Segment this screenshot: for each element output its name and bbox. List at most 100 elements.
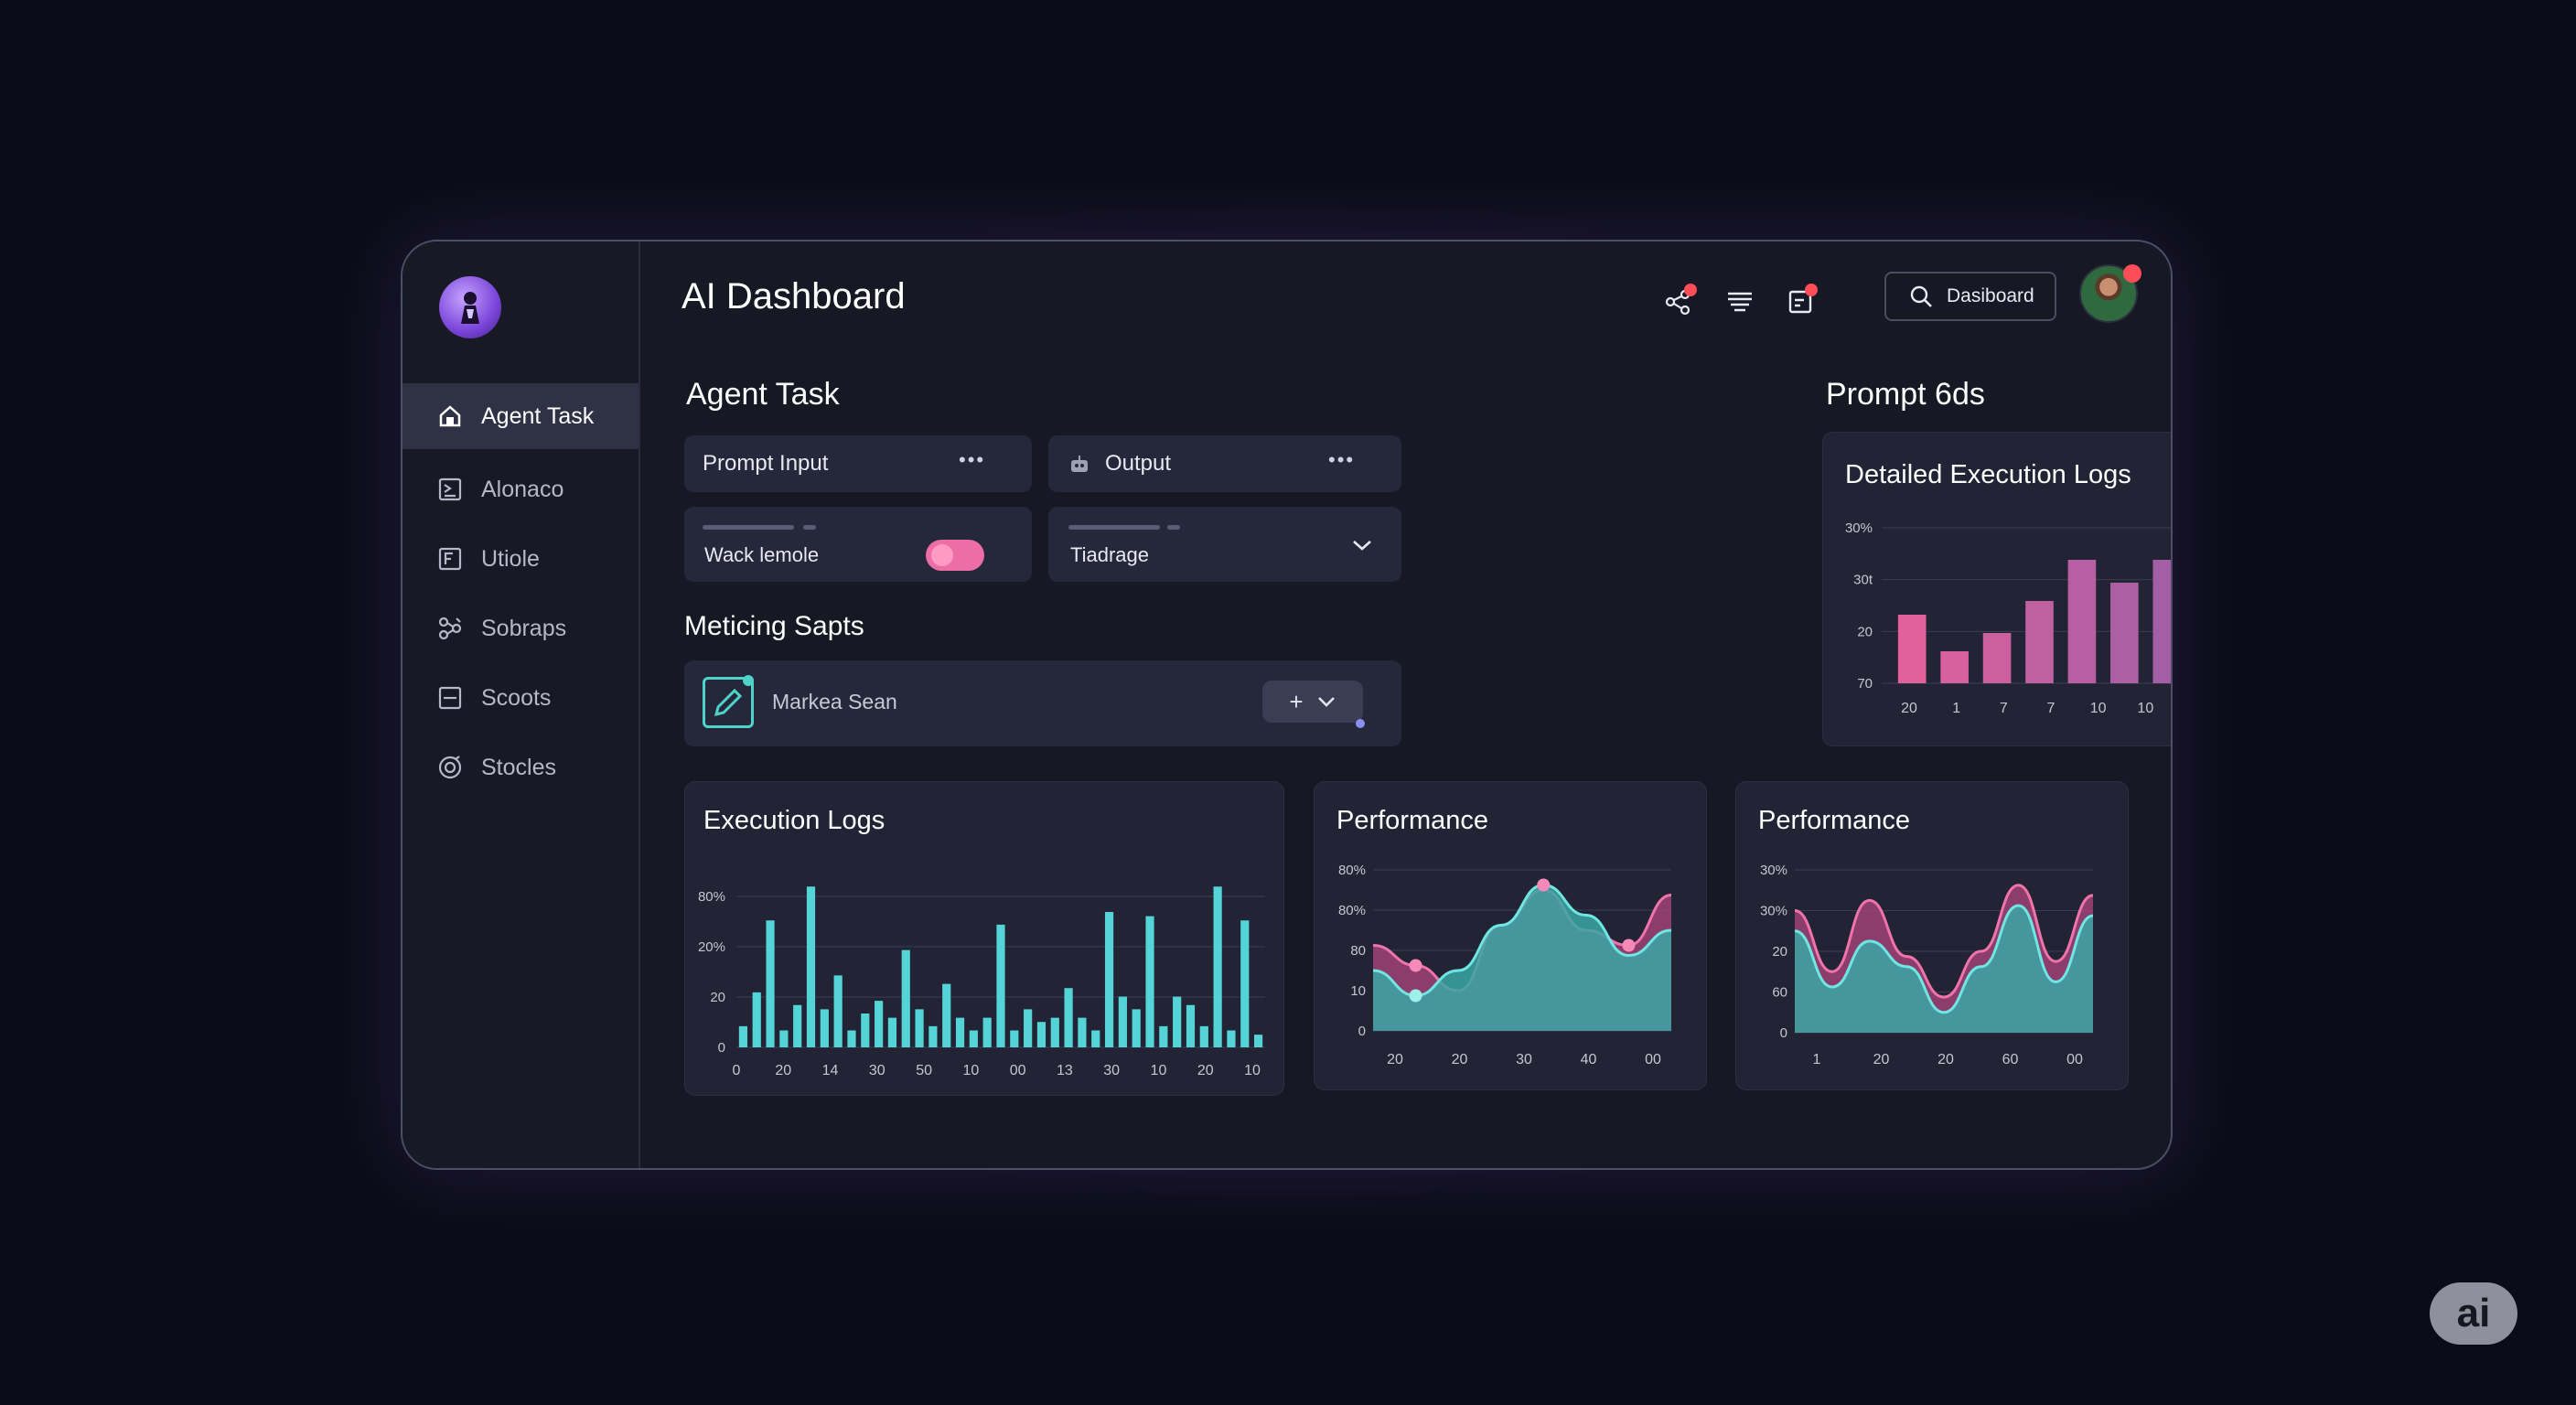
notification-dot — [2123, 264, 2141, 283]
chart-bar — [793, 1004, 802, 1047]
file-icon — [435, 544, 465, 574]
toggle-card: Wack lemole — [684, 507, 1032, 582]
prompt-input-label: Prompt Input — [703, 451, 829, 476]
dashboard-search-button[interactable]: Dasiboard — [1884, 272, 2056, 321]
y-tick-label: 20 — [710, 990, 725, 1005]
chart-bar — [1145, 916, 1154, 1047]
y-tick-label: 80% — [1338, 903, 1366, 918]
app-logo[interactable] — [439, 276, 501, 338]
chart-bar — [915, 1009, 924, 1047]
x-tick-label: 30 — [869, 1063, 886, 1078]
chart-bar — [1199, 1025, 1208, 1047]
main-content: AI Dashboard Dasiboard Agent Task Prompt… — [640, 241, 2171, 1168]
nodes-icon — [435, 614, 465, 643]
chart-point — [1622, 938, 1636, 952]
chart-bar — [982, 1017, 992, 1047]
meting-item-label: Markea Sean — [772, 690, 897, 713]
list-icon[interactable] — [1720, 282, 1760, 322]
more-icon[interactable]: ••• — [1328, 448, 1355, 472]
chart-bar — [1897, 615, 1927, 683]
prompt-input-card[interactable]: Prompt Input ••• — [684, 435, 1032, 492]
sidebar-item-label: Sobraps — [481, 615, 567, 641]
toggle-switch[interactable] — [926, 540, 984, 571]
chart-bar — [1940, 651, 1969, 683]
y-tick-label: 20 — [1857, 624, 1873, 639]
chart-bar — [928, 1025, 938, 1047]
output-card[interactable]: Output ••• — [1048, 435, 1401, 492]
detailed-logs-chart: 30%30t207020 1 7 7 10 10 10 30 11 20 60 30 30 — [1845, 520, 2171, 716]
dashboard-button-label: Dasiboard — [1947, 285, 2034, 306]
chart-bar — [996, 924, 1005, 1047]
chart-bar — [806, 886, 816, 1047]
chart-bar — [2025, 601, 2054, 683]
x-tick-label: 1 — [1952, 701, 1960, 716]
sidebar-item-sobraps[interactable]: Sobraps — [402, 595, 639, 661]
chart-bar — [901, 949, 910, 1047]
y-tick-label: 80 — [1350, 943, 1366, 959]
sidebar-item-label: Alonaco — [481, 476, 564, 502]
x-tick-label: 60 — [2002, 1052, 2019, 1067]
chart-bar — [955, 1017, 965, 1047]
sidebar-item-agent-task[interactable]: Agent Task — [402, 383, 639, 449]
x-tick-label: 30 — [1103, 1063, 1120, 1078]
sidebar-item-stocles[interactable]: Stocles — [402, 735, 639, 800]
chart-bar — [942, 983, 951, 1047]
add-button[interactable]: + — [1262, 681, 1363, 723]
y-tick-label: 0 — [718, 1040, 725, 1056]
execution-logs-chart: 80% 20% 20 00 20 14 30 50 10 00 13 30 10 20 10 — [698, 886, 1265, 1078]
share-icon[interactable] — [1658, 282, 1699, 322]
sidebar-item-scoots[interactable]: Scoots — [402, 665, 639, 731]
notification-dot — [1805, 284, 1818, 296]
page-title: AI Dashboard — [682, 276, 906, 316]
x-tick-label: 00 — [2066, 1052, 2083, 1067]
sidebar-item-utiole[interactable]: Utiole — [402, 526, 639, 592]
chart-point — [1409, 989, 1422, 1003]
x-tick-label: 00 — [1010, 1063, 1026, 1078]
notification-dot — [1684, 284, 1697, 296]
y-tick-label: 80% — [1338, 863, 1366, 878]
status-dot — [743, 675, 754, 686]
chart-bar — [1227, 1030, 1236, 1047]
x-tick-label: 7 — [2047, 701, 2055, 716]
chart-bar — [1173, 996, 1182, 1047]
chart-bar — [1024, 1009, 1033, 1047]
y-tick-label: 80% — [698, 889, 725, 905]
placeholder-line — [803, 525, 816, 530]
chart-bar — [1132, 1009, 1141, 1047]
chart-bar — [2067, 560, 2097, 683]
chart-bar — [1050, 1017, 1059, 1047]
agent-task-heading: Agent Task — [686, 377, 840, 412]
placeholder-line — [703, 525, 794, 530]
y-tick-label: 20 — [1772, 944, 1787, 960]
home-icon — [435, 402, 465, 431]
performance-chart-2: 30% 30% 20 60 0 1 20 20 60 00 — [1760, 863, 2094, 1067]
chart-bar — [820, 1009, 829, 1047]
x-tick-label: 14 — [822, 1063, 839, 1078]
x-tick-label: 40 — [1581, 1052, 1597, 1067]
chart-bar — [1240, 920, 1250, 1047]
meting-card[interactable]: Markea Sean + — [684, 660, 1401, 746]
chart-bar — [875, 1001, 884, 1047]
chart-bar — [887, 1017, 897, 1047]
x-tick-label: 50 — [916, 1063, 932, 1078]
inbox-icon[interactable] — [1781, 282, 1821, 322]
x-tick-label: 13 — [1057, 1063, 1073, 1078]
ai-badge[interactable]: ai — [2430, 1282, 2517, 1345]
chevron-down-icon — [1317, 697, 1335, 707]
prompt-heading: Prompt 6ds — [1826, 377, 1985, 412]
chart-point — [1537, 878, 1551, 892]
y-tick-label: 60 — [1772, 985, 1787, 1001]
sidebar-item-alonaco[interactable]: Alonaco — [402, 456, 639, 522]
avatar[interactable] — [2079, 264, 2141, 323]
chart-bar — [1010, 1030, 1019, 1047]
y-tick-label: 0 — [1780, 1025, 1787, 1041]
detailed-logs-panel: Detailed Execution Logs + ÷ 30%30t207020… — [1822, 432, 2171, 746]
chart-bar — [1213, 886, 1222, 1047]
more-icon[interactable]: ••• — [959, 448, 985, 472]
chart-bar — [1091, 1030, 1100, 1047]
chart-bar — [2152, 560, 2171, 683]
chart-bar — [1982, 633, 2012, 683]
x-tick-label: 10 — [962, 1063, 979, 1078]
dropdown-card[interactable]: Tiadrage — [1048, 507, 1401, 582]
document-icon — [435, 475, 465, 504]
